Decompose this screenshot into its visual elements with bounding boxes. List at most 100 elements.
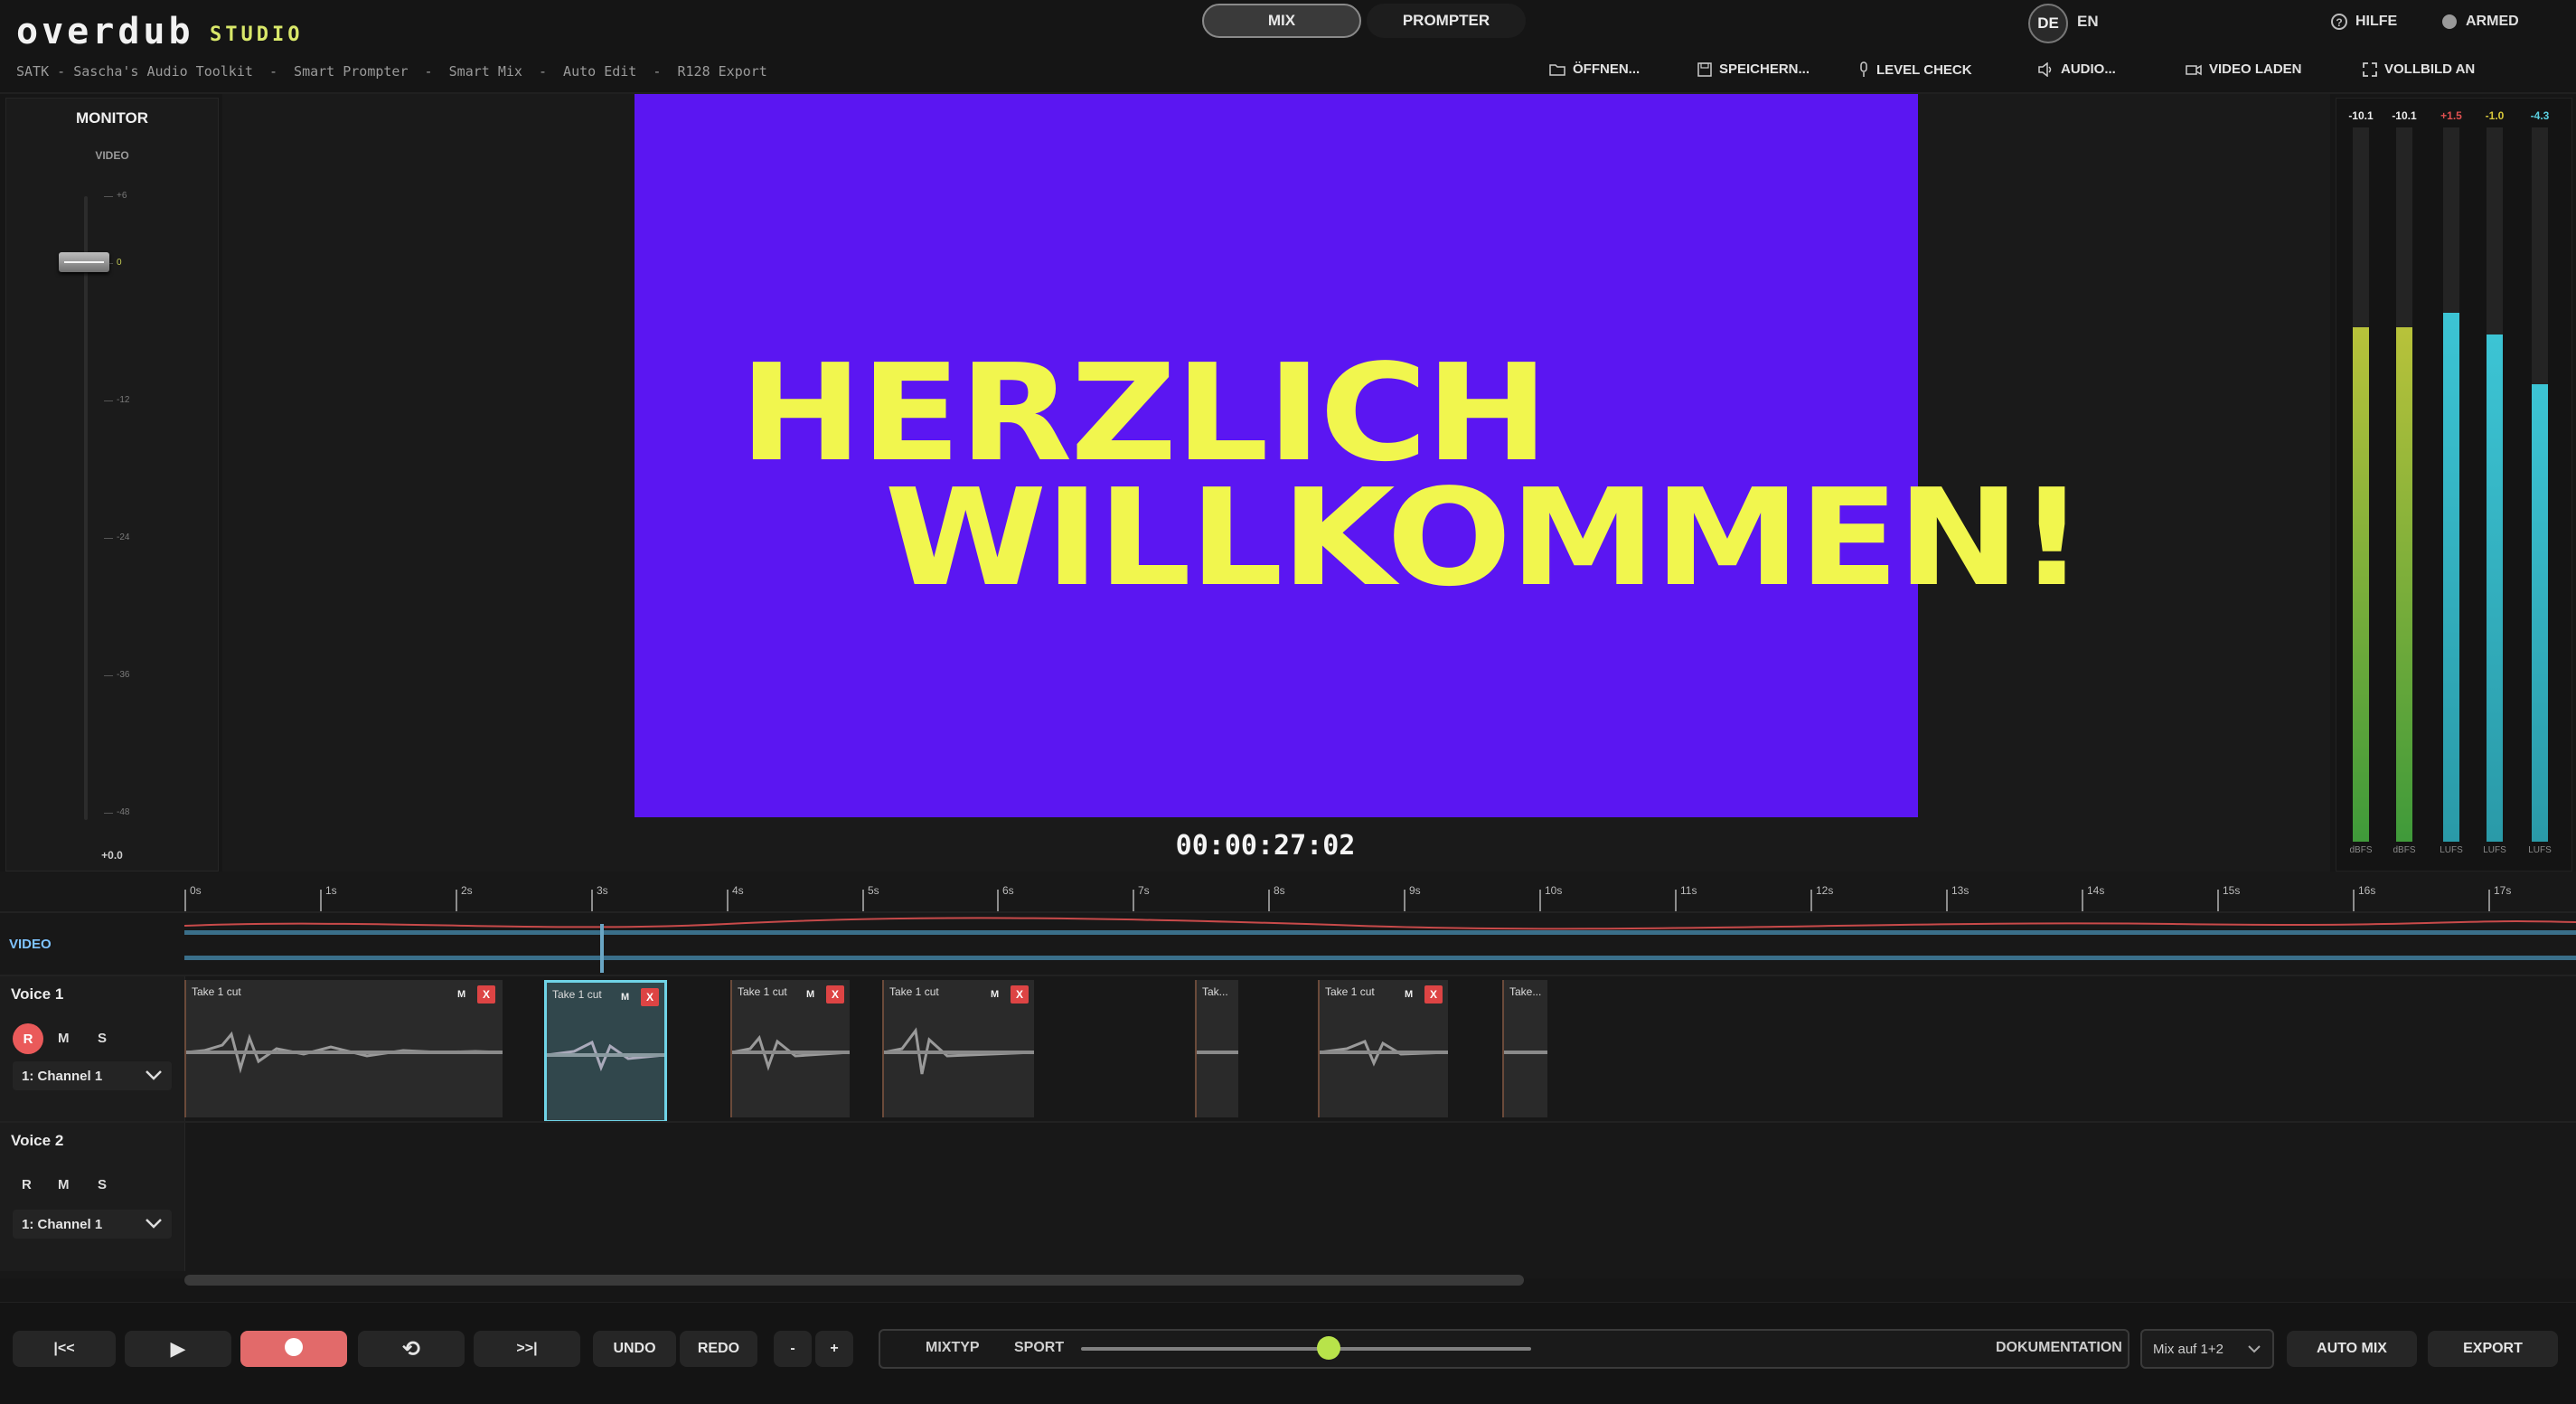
meter-bar (2487, 127, 2503, 842)
level-check-button[interactable]: LEVEL CHECK (1858, 61, 1972, 78)
clip-waveform (732, 1034, 850, 1071)
clip-waveform (1320, 1040, 1448, 1067)
ruler-tick (2488, 890, 2490, 911)
video-load-label: VIDEO LADEN (2209, 61, 2302, 77)
channel-select[interactable]: 1: Channel 1 (13, 1210, 172, 1239)
lang-en-button[interactable]: EN (2077, 13, 2099, 31)
ruler-label: 15s (2223, 884, 2241, 897)
clip-mute-button[interactable]: M (1405, 989, 1413, 1000)
ruler-tick (591, 890, 593, 911)
clip-mute-button[interactable]: M (457, 989, 465, 1000)
fader-tick-label: -48 (117, 807, 130, 817)
audio-button[interactable]: AUDIO... (2037, 61, 2116, 77)
zoom-in-button[interactable]: + (815, 1331, 853, 1367)
time-ruler[interactable]: 0s 1s 2s 3s 4s 5s 6s 7s 8s 9s 10s 11s 12s 13s 14s 15s 16… (184, 881, 2576, 912)
video-camera-icon (2186, 63, 2202, 76)
audio-clip[interactable]: Take... (1502, 980, 1547, 1117)
ruler-tick (727, 890, 729, 911)
ruler-label: 13s (1951, 884, 1970, 897)
mix-slider-track[interactable] (1081, 1347, 1531, 1351)
fader-tick-label: -24 (117, 532, 130, 542)
lang-de-button[interactable]: DE (2028, 4, 2068, 43)
channel-select[interactable]: 1: Channel 1 (13, 1061, 172, 1090)
meter-fill (2443, 313, 2459, 842)
audio-clip[interactable]: Take 1 cut M X (1318, 980, 1448, 1117)
to-end-button[interactable]: >>| (474, 1331, 580, 1367)
tab-mix[interactable]: MIX (1202, 4, 1361, 38)
record-arm-button[interactable]: R (22, 1177, 32, 1192)
play-button[interactable]: ▶ (125, 1331, 231, 1367)
ruler-tick (1810, 890, 1812, 911)
volume-fader-track[interactable] (84, 196, 88, 820)
mute-button[interactable]: M (58, 1031, 70, 1046)
ruler-label: 8s (1274, 884, 1285, 897)
ruler-tick (1268, 890, 1270, 911)
solo-button[interactable]: S (98, 1177, 107, 1192)
ruler-label: 6s (1002, 884, 1014, 897)
loop-button[interactable]: ⟲ (358, 1331, 465, 1367)
tab-prompter[interactable]: PROMPTER (1367, 4, 1526, 38)
fullscreen-button[interactable]: VOLLBILD AN (2363, 61, 2475, 77)
preview-line-2: WILLKOMMEN! (884, 460, 2086, 616)
solo-button[interactable]: S (98, 1031, 107, 1046)
clip-delete-button[interactable]: X (1011, 985, 1029, 1004)
zoom-out-button[interactable]: - (774, 1331, 812, 1367)
ruler-label: 5s (868, 884, 879, 897)
level-check-label: LEVEL CHECK (1876, 61, 1972, 78)
ruler-label: 16s (2358, 884, 2376, 897)
fader-tick (104, 813, 113, 814)
record-button[interactable] (240, 1331, 347, 1367)
folder-icon (1549, 63, 1565, 76)
clip-delete-button[interactable]: X (641, 988, 659, 1006)
fader-tick-label: -12 (117, 395, 130, 405)
mute-button[interactable]: M (58, 1177, 70, 1192)
ruler-label: 12s (1816, 884, 1834, 897)
track-header-voice-1: Voice 1 R M S 1: Channel 1 (0, 976, 185, 1121)
clip-delete-button[interactable]: X (1424, 985, 1443, 1004)
meter-top-value: +1.5 (2440, 109, 2462, 122)
clip-delete-button[interactable]: X (826, 985, 844, 1004)
meter-unit: dBFS (2393, 845, 2416, 855)
clip-title: Take 1 cut (738, 985, 787, 998)
undo-button[interactable]: UNDO (593, 1331, 676, 1367)
armed-indicator-icon (2440, 13, 2458, 31)
audio-label: AUDIO... (2061, 61, 2116, 77)
mix-slider-thumb[interactable] (1317, 1336, 1340, 1360)
save-button[interactable]: SPEICHERN... (1697, 61, 1810, 77)
preview-headline: HERZLICH WILLKOMMEN! (739, 346, 2086, 616)
fader-tick (104, 538, 113, 539)
documentation-link[interactable]: DOKUMENTATION (1996, 1340, 2122, 1356)
meter-bar (2396, 127, 2412, 842)
audio-clip-selected[interactable]: Take 1 cut M X (544, 980, 667, 1123)
ruler-tick (997, 890, 999, 911)
armed-label: ARMED (2466, 14, 2519, 29)
armed-toggle[interactable]: ARMED (2440, 13, 2519, 31)
clip-title: Take 1 cut (552, 988, 602, 1001)
help-button[interactable]: ? HILFE (2330, 13, 2397, 31)
monitor-panel: MONITOR VIDEO +6 0 -12 -24 -36 -48 +0.0 (5, 98, 219, 872)
to-start-button[interactable]: |<< (13, 1331, 116, 1367)
clip-waveform (1197, 1051, 1238, 1054)
open-button[interactable]: ÖFFNEN... (1549, 61, 1640, 77)
audio-clip[interactable]: Take 1 cut M X (184, 980, 503, 1117)
clip-mute-button[interactable]: M (806, 989, 814, 1000)
clip-delete-button[interactable]: X (477, 985, 495, 1004)
auto-mix-button[interactable]: AUTO MIX (2287, 1331, 2417, 1367)
ruler-tick (1133, 890, 1134, 911)
audio-clip[interactable]: Take 1 cut M X (730, 980, 850, 1117)
track-name: Voice 2 (11, 1132, 64, 1149)
mix-target-select[interactable]: Mix auf 1+2 (2140, 1329, 2274, 1369)
timeline-scrollbar[interactable] (184, 1275, 1524, 1286)
clip-mute-button[interactable]: M (621, 992, 629, 1003)
audio-clip[interactable]: Take 1 cut M X (882, 980, 1034, 1117)
meter-fill (2487, 335, 2503, 842)
ruler-tick (2217, 890, 2219, 911)
volume-fader-handle[interactable] (59, 252, 109, 272)
redo-button[interactable]: REDO (680, 1331, 757, 1367)
record-arm-button[interactable]: R (13, 1023, 43, 1054)
export-button[interactable]: EXPORT (2428, 1331, 2558, 1367)
video-load-button[interactable]: VIDEO LADEN (2186, 61, 2302, 77)
meter-fill (2353, 327, 2369, 842)
audio-clip[interactable]: Tak... (1195, 980, 1238, 1117)
clip-mute-button[interactable]: M (991, 989, 999, 1000)
